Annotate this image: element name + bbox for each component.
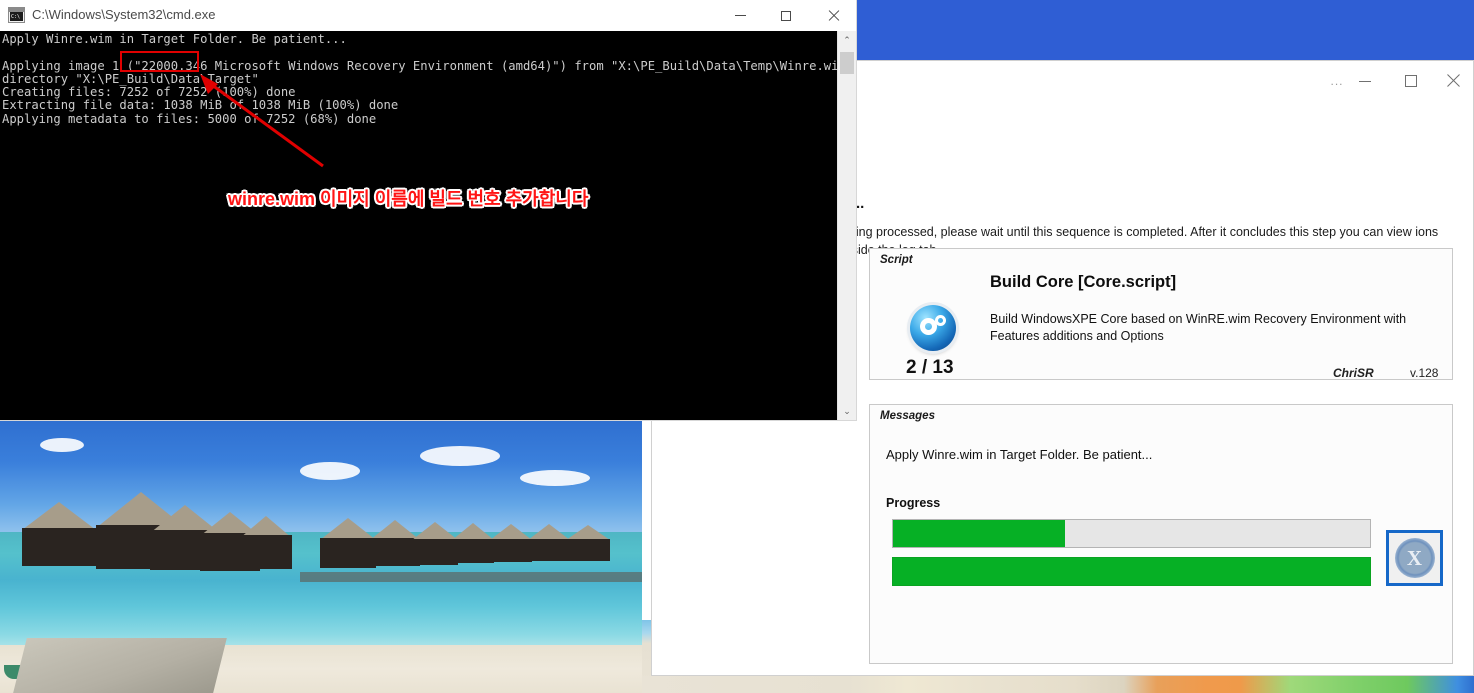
close-button[interactable] bbox=[1432, 61, 1473, 101]
progress-bar-primary bbox=[892, 519, 1371, 548]
script-description: Build WindowsXPE Core based on WinRE.wim… bbox=[990, 312, 1407, 343]
cancel-stop-button[interactable]: X bbox=[1386, 530, 1443, 586]
messages-panel-legend: Messages bbox=[880, 410, 935, 422]
minimize-button[interactable] bbox=[1342, 61, 1388, 101]
console-text: Apply Winre.wim in Target Folder. Be pat… bbox=[2, 32, 854, 126]
script-title: Build Core [Core.script] bbox=[990, 273, 1177, 291]
cloud-shape bbox=[420, 446, 500, 466]
status-message: Apply Winre.wim in Target Folder. Be pat… bbox=[886, 447, 1153, 462]
minimize-icon bbox=[734, 15, 746, 16]
cmd-icon: C:\ bbox=[8, 7, 25, 23]
wallpaper-pier bbox=[300, 572, 642, 582]
screen-root: NSudo - Run − Security Windows Login U −… bbox=[0, 0, 1474, 693]
close-icon bbox=[827, 10, 839, 22]
progress-bar-fill bbox=[893, 558, 1370, 585]
cloud-shape bbox=[40, 438, 84, 452]
cancel-x-icon: X bbox=[1394, 538, 1435, 578]
bungalow-body bbox=[452, 539, 494, 563]
script-step-counter: 2 / 13 bbox=[906, 357, 954, 378]
cmd-vertical-scrollbar[interactable]: ⌃ ⌄ bbox=[837, 31, 856, 420]
bungalow-body bbox=[490, 539, 532, 562]
cmd-titlebar[interactable]: C:\ C:\Windows\System32\cmd.exe bbox=[0, 0, 856, 31]
cmd-minimize-button[interactable] bbox=[717, 0, 763, 31]
scroll-up-icon[interactable]: ⌃ bbox=[838, 31, 856, 49]
cmd-close-button[interactable] bbox=[810, 0, 856, 31]
annotation-text: winre.wim 이미지 이름에 빌드 번호 추가합니다 bbox=[228, 189, 589, 209]
maximize-icon bbox=[781, 10, 791, 21]
messages-panel: Messages Apply Winre.wim in Target Folde… bbox=[869, 404, 1453, 664]
bungalow-body bbox=[566, 539, 610, 561]
beach-wallpaper-image bbox=[0, 420, 642, 693]
scroll-down-icon[interactable]: ⌄ bbox=[838, 402, 856, 420]
progress-label: Progress bbox=[886, 496, 941, 510]
cmd-window-title: C:\Windows\System32\cmd.exe bbox=[32, 7, 216, 22]
desktop-wallpaper-strip bbox=[640, 676, 1474, 693]
script-author: ChriSR bbox=[1333, 366, 1374, 380]
scrollbar-thumb[interactable] bbox=[840, 52, 854, 74]
bungalow-body bbox=[320, 538, 376, 568]
script-version: v.128 bbox=[1410, 366, 1439, 380]
bungalow-body bbox=[240, 535, 292, 569]
cmd-maximize-button[interactable] bbox=[763, 0, 809, 31]
minimize-icon bbox=[1359, 80, 1371, 82]
heading-ellipsis: .. bbox=[856, 195, 865, 212]
progress-bar-fill bbox=[893, 520, 1065, 547]
script-panel: Script Build Core [Core.script] Build Wi… bbox=[869, 248, 1453, 380]
maximize-icon bbox=[1405, 75, 1417, 87]
script-panel-legend: Script bbox=[880, 254, 913, 266]
cloud-shape bbox=[520, 470, 590, 486]
cloud-shape bbox=[300, 462, 360, 480]
close-icon bbox=[1446, 74, 1460, 88]
bungalow-body bbox=[22, 528, 96, 566]
annotation-highlight-box bbox=[120, 51, 199, 72]
maximize-button[interactable] bbox=[1388, 61, 1434, 101]
gears-orb-icon bbox=[910, 305, 956, 351]
cmd-console-output[interactable]: Apply Winre.wim in Target Folder. Be pat… bbox=[0, 31, 856, 420]
progress-bar-secondary bbox=[892, 557, 1371, 586]
wallpaper-dock bbox=[13, 638, 227, 693]
bungalow-body bbox=[528, 539, 570, 561]
